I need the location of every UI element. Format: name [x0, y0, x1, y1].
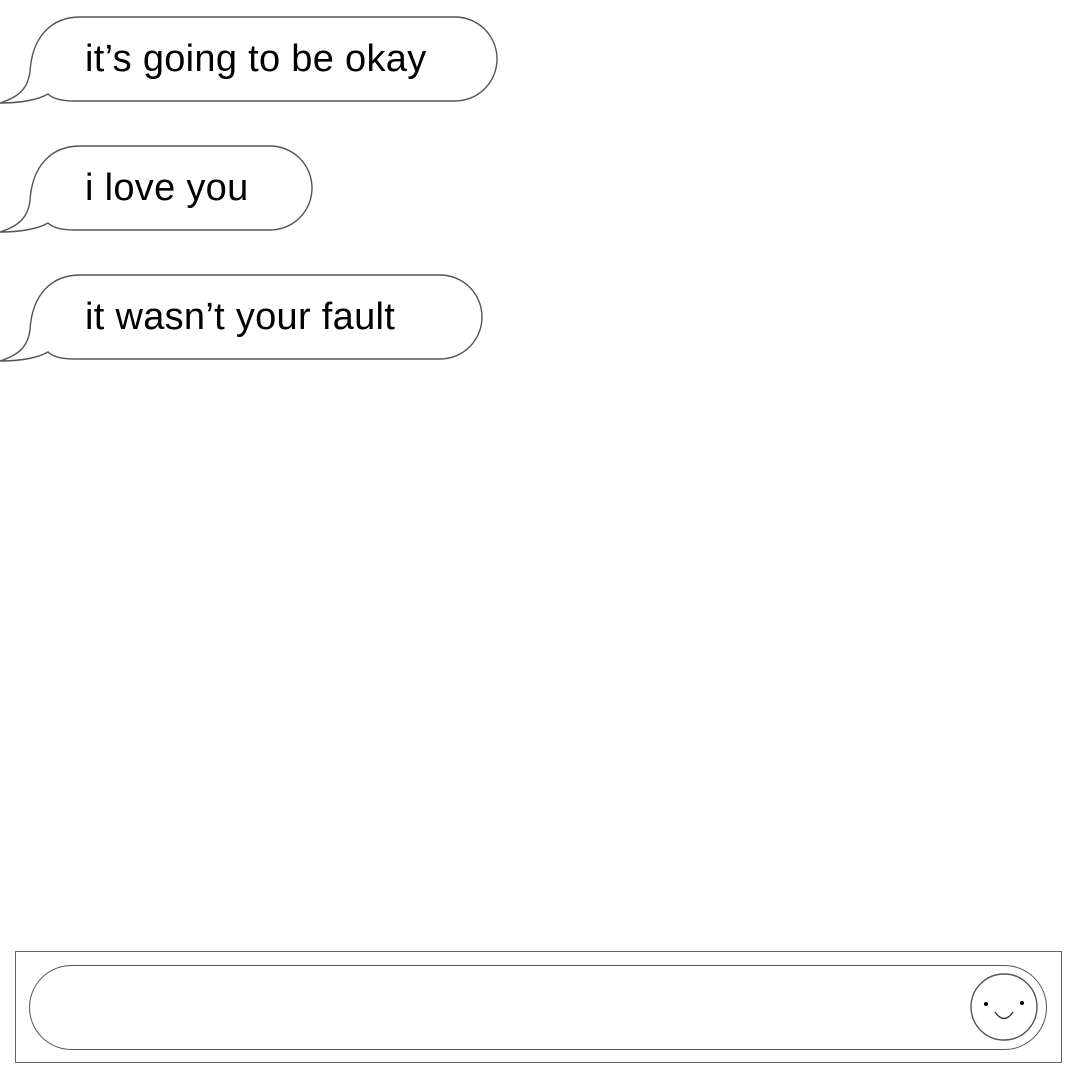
message-text: it wasn’t your fault [85, 296, 396, 338]
message-bubble: it wasn’t your fault [0, 274, 485, 362]
smiley-face-icon [970, 973, 1038, 1041]
message-text: i love you [85, 167, 249, 209]
message-bubble: it’s going to be okay [0, 16, 500, 104]
message-composer [15, 951, 1062, 1063]
message-text: it’s going to be okay [85, 38, 427, 80]
message-input[interactable] [29, 965, 1047, 1050]
emoji-button[interactable] [969, 972, 1039, 1042]
message-bubble: i love you [0, 145, 315, 233]
